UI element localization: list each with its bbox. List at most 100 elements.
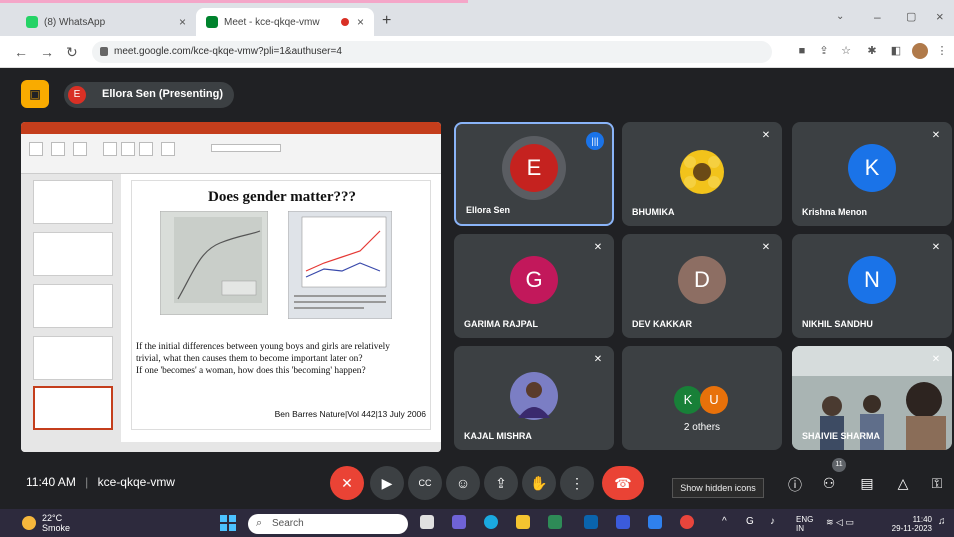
minimize-button[interactable]: – <box>874 10 881 24</box>
presenter-avatar: E <box>68 86 86 104</box>
powerpoint-statusbar <box>21 442 441 452</box>
windows-start-icon[interactable] <box>220 515 236 531</box>
camera-icon[interactable]: ■ <box>796 45 808 57</box>
excel-icon[interactable] <box>548 515 562 529</box>
extensions-icon[interactable]: ✱ <box>866 45 878 57</box>
file-explorer-icon[interactable] <box>516 515 530 529</box>
ribbon-icon <box>51 142 65 156</box>
meet-top-bar: ▣ E Ellora Sen (Presenting) <box>0 68 954 120</box>
powerpoint-titlebar <box>21 122 441 134</box>
menu-kebab-icon[interactable]: ⋮ <box>936 45 948 57</box>
tray-app-icon[interactable]: G <box>746 516 754 527</box>
network-volume-battery-icons[interactable]: ≋ ◁ ▭ <box>826 517 854 528</box>
presenting-pill[interactable]: E Ellora Sen (Presenting) <box>64 82 234 108</box>
more-options-button[interactable]: ⋮ <box>560 466 594 500</box>
slide-thumbnail-selected <box>33 386 113 430</box>
mic-tray-icon[interactable]: ♪ <box>770 516 775 527</box>
ribbon-icon <box>73 142 87 156</box>
mic-off-icon: ✕ <box>761 242 771 253</box>
participant-tile-dev-kakkar[interactable]: D ✕ DEV KAKKAR <box>622 234 782 338</box>
tab-label: (8) WhatsApp <box>44 16 106 28</box>
taskbar-search-input[interactable]: ⌕ Search <box>248 514 408 534</box>
teams-icon[interactable] <box>452 515 466 529</box>
slide-thumbnail-pane <box>21 174 121 442</box>
slide-body-line: trivial, what then causes them to become… <box>136 354 363 364</box>
people-icon[interactable]: ⚇ <box>820 475 838 492</box>
slide-left-graph-image <box>160 211 268 315</box>
participant-name: BHUMIKA <box>632 207 675 217</box>
leave-call-button[interactable]: ☎ <box>602 466 644 500</box>
slide-right-graph-image <box>288 211 392 319</box>
activities-icon[interactable]: △ <box>894 475 912 492</box>
slide-body-text: If the initial differences between young… <box>136 341 428 377</box>
slide-thumbnail <box>33 180 113 224</box>
language-indicator[interactable]: ENG IN <box>796 515 813 533</box>
tab-whatsapp[interactable]: (8) WhatsApp × <box>16 8 196 36</box>
side-panel-icon[interactable]: ◧ <box>890 45 902 57</box>
participant-name: Ellora Sen <box>466 205 511 215</box>
close-tab-icon[interactable]: × <box>357 15 364 29</box>
meeting-details-icon[interactable]: ⓘ <box>786 475 804 495</box>
forward-icon[interactable]: → <box>40 44 54 60</box>
notification-bell-icon[interactable]: ♫ <box>938 516 946 527</box>
camera-toggle-button[interactable]: ▶ <box>370 466 404 500</box>
participant-name: KAJAL MISHRA <box>464 431 532 441</box>
task-view-icon[interactable] <box>420 515 434 529</box>
meet-control-bar: 11:40 AM | kce-qkqe-vmw ✕ ▶ CC ☺ ⇪ ✋ ⋮ ☎… <box>0 455 954 509</box>
raise-hand-button[interactable]: ✋ <box>522 466 556 500</box>
mic-off-icon: ✕ <box>931 130 941 141</box>
avatar: N <box>848 256 896 304</box>
profile-avatar[interactable] <box>912 43 928 59</box>
participant-tile-kajal-mishra[interactable]: ✕ KAJAL MISHRA <box>454 346 614 450</box>
avatar: K <box>674 386 702 414</box>
app-icon[interactable] <box>648 515 662 529</box>
slide-thumbnail <box>33 232 113 276</box>
participant-tile-nikhil-sandhu[interactable]: N ✕ NIKHIL SANDHU <box>792 234 952 338</box>
chat-icon[interactable]: ▤ <box>858 475 876 492</box>
mic-off-icon: ✕ <box>931 354 941 365</box>
present-screen-button[interactable]: ⇪ <box>484 466 518 500</box>
reload-icon[interactable]: ↻ <box>66 44 78 61</box>
bookmark-star-icon[interactable]: ☆ <box>840 45 852 57</box>
share-icon[interactable]: ⇪ <box>818 45 830 57</box>
recording-dot-icon <box>340 18 349 26</box>
slide-thumbnail <box>33 336 113 380</box>
sunflower-image <box>680 150 724 194</box>
tab-meet[interactable]: Meet - kce-qkqe-vmw × <box>196 8 374 36</box>
tab-label: Meet - kce-qkqe-vmw <box>224 16 320 28</box>
participant-name: NIKHIL SANDHU <box>802 319 873 329</box>
ribbon-icon <box>29 142 43 156</box>
clock-time: 11:40 <box>912 515 932 524</box>
url-input[interactable]: meet.google.com/kce-qkqe-vmw?pli=1&authu… <box>92 41 772 63</box>
meeting-separator: | <box>85 475 89 489</box>
edge-icon[interactable] <box>484 515 498 529</box>
weather-widget[interactable]: 22°C Smoke <box>22 513 70 533</box>
participant-tile-shaivie-sharma[interactable]: ✕ SHAIVIE SHARMA <box>792 346 952 450</box>
clock[interactable]: 11:40 29-11-2023 <box>884 515 932 533</box>
participant-tile-krishna-menon[interactable]: K ✕ Krishna Menon <box>792 122 952 226</box>
maximize-button[interactable]: ▢ <box>906 10 916 23</box>
store-icon[interactable] <box>616 515 630 529</box>
host-controls-icon[interactable]: ⚿ <box>928 475 946 492</box>
slide-title: Does gender matter??? <box>207 189 356 205</box>
emoji-button[interactable]: ☺ <box>446 466 480 500</box>
captions-button[interactable]: CC <box>408 466 442 500</box>
back-icon[interactable]: ← <box>14 44 28 60</box>
mic-off-icon: ✕ <box>931 242 941 253</box>
presentation-icon[interactable]: ▣ <box>21 80 49 108</box>
new-tab-button[interactable]: + <box>382 12 391 30</box>
participant-tile-bhumika[interactable]: ✕ BHUMIKA <box>622 122 782 226</box>
participant-tile-ellora-sen[interactable]: E ||| Ellora Sen <box>454 122 614 226</box>
chrome-icon[interactable] <box>680 515 694 529</box>
participant-tile-others[interactable]: K U 2 others <box>622 346 782 450</box>
browser-tab-strip: (8) WhatsApp × Meet - kce-qkqe-vmw × + ⌄… <box>0 0 954 36</box>
close-tab-icon[interactable]: × <box>179 15 186 29</box>
participant-tile-garima-rajpal[interactable]: G ✕ GARIMA RAJPAL <box>454 234 614 338</box>
speaking-indicator-icon: ||| <box>586 132 604 150</box>
mic-toggle-button[interactable]: ✕ <box>330 466 364 500</box>
mail-icon[interactable] <box>584 515 598 529</box>
tab-search-icon[interactable]: ⌄ <box>836 11 844 22</box>
profile-photo <box>510 372 558 420</box>
close-window-button[interactable]: × <box>936 9 944 24</box>
show-hidden-icons-chevron[interactable]: ^ <box>722 516 727 527</box>
